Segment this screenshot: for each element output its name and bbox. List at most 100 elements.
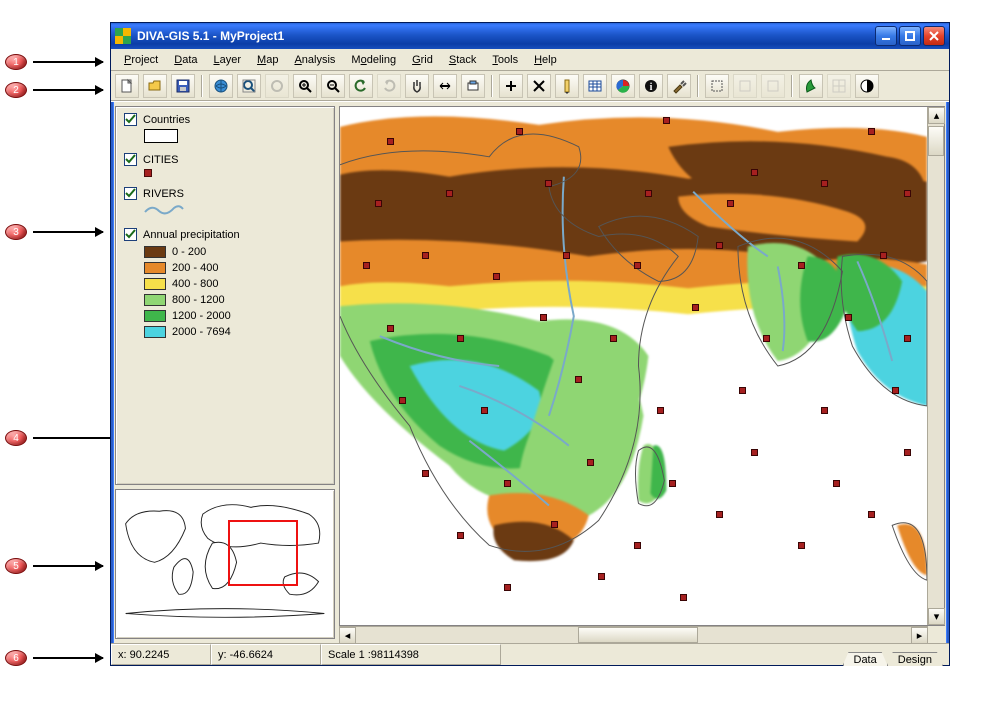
checkbox-icon[interactable] xyxy=(124,113,137,126)
city-marker[interactable] xyxy=(598,573,605,580)
city-marker[interactable] xyxy=(634,542,641,549)
city-marker[interactable] xyxy=(904,449,911,456)
map-view[interactable]: ▴ ▾ xyxy=(339,106,945,626)
scroll-thumb[interactable] xyxy=(928,126,944,156)
city-marker[interactable] xyxy=(504,584,511,591)
city-marker[interactable] xyxy=(504,480,511,487)
tb-remove[interactable] xyxy=(527,74,551,98)
menu-stack[interactable]: Stack xyxy=(442,52,484,68)
tb-undo[interactable] xyxy=(349,74,373,98)
tb-table[interactable] xyxy=(583,74,607,98)
tb-select-poly[interactable] xyxy=(733,74,757,98)
city-marker[interactable] xyxy=(904,190,911,197)
menu-grid[interactable]: Grid xyxy=(405,52,440,68)
tab-data[interactable]: Data xyxy=(843,652,888,666)
scroll-left-icon[interactable]: ◂ xyxy=(339,627,356,644)
tb-open[interactable] xyxy=(143,74,167,98)
layer-countries[interactable]: Countries xyxy=(124,113,326,143)
city-marker[interactable] xyxy=(516,128,523,135)
tb-snapshot[interactable] xyxy=(461,74,485,98)
city-marker[interactable] xyxy=(892,387,899,394)
city-marker[interactable] xyxy=(880,252,887,259)
scroll-right-icon[interactable]: ▸ xyxy=(911,627,928,644)
city-marker[interactable] xyxy=(540,314,547,321)
city-marker[interactable] xyxy=(551,521,558,528)
city-marker[interactable] xyxy=(669,480,676,487)
city-marker[interactable] xyxy=(680,594,687,601)
city-marker[interactable] xyxy=(763,335,770,342)
checkbox-icon[interactable] xyxy=(124,153,137,166)
city-marker[interactable] xyxy=(563,252,570,259)
menu-tools[interactable]: Tools xyxy=(485,52,525,68)
titlebar[interactable]: DIVA-GIS 5.1 - MyProject1 xyxy=(111,23,949,49)
checkbox-icon[interactable] xyxy=(124,187,137,200)
scroll-up-icon[interactable]: ▴ xyxy=(928,107,945,124)
city-marker[interactable] xyxy=(798,262,805,269)
city-marker[interactable] xyxy=(422,470,429,477)
maximize-button[interactable] xyxy=(899,26,921,46)
tb-contrast[interactable] xyxy=(855,74,879,98)
city-marker[interactable] xyxy=(493,273,500,280)
tb-zoom-out[interactable] xyxy=(321,74,345,98)
city-marker[interactable] xyxy=(716,511,723,518)
city-marker[interactable] xyxy=(481,407,488,414)
menu-modeling[interactable]: Modeling xyxy=(344,52,403,68)
tb-select-rect[interactable] xyxy=(705,74,729,98)
city-marker[interactable] xyxy=(727,200,734,207)
city-marker[interactable] xyxy=(663,117,670,124)
city-marker[interactable] xyxy=(634,262,641,269)
tab-design[interactable]: Design xyxy=(887,652,943,666)
city-marker[interactable] xyxy=(422,252,429,259)
city-marker[interactable] xyxy=(587,459,594,466)
checkbox-icon[interactable] xyxy=(124,228,137,241)
city-marker[interactable] xyxy=(868,128,875,135)
city-marker[interactable] xyxy=(904,335,911,342)
city-marker[interactable] xyxy=(446,190,453,197)
city-marker[interactable] xyxy=(716,242,723,249)
tb-diva[interactable] xyxy=(799,74,823,98)
tb-tools[interactable] xyxy=(667,74,691,98)
tb-new[interactable] xyxy=(115,74,139,98)
menu-map[interactable]: Map xyxy=(250,52,285,68)
city-marker[interactable] xyxy=(375,200,382,207)
tb-select-clear[interactable] xyxy=(761,74,785,98)
city-marker[interactable] xyxy=(363,262,370,269)
minimize-button[interactable] xyxy=(875,26,897,46)
city-marker[interactable] xyxy=(751,169,758,176)
tb-info[interactable]: i xyxy=(639,74,663,98)
city-marker[interactable] xyxy=(821,180,828,187)
tb-zoom-extent[interactable] xyxy=(237,74,261,98)
menu-project[interactable]: Project xyxy=(117,52,165,68)
layer-panel[interactable]: Countries CITIES RIVERS xyxy=(115,106,335,485)
tb-zoom-prev[interactable] xyxy=(265,74,289,98)
city-marker[interactable] xyxy=(399,397,406,404)
city-marker[interactable] xyxy=(457,532,464,539)
city-marker[interactable] xyxy=(739,387,746,394)
city-marker[interactable] xyxy=(751,449,758,456)
layer-rivers[interactable]: RIVERS xyxy=(124,187,326,218)
menu-layer[interactable]: Layer xyxy=(207,52,249,68)
tb-pan[interactable] xyxy=(405,74,429,98)
layer-precip[interactable]: Annual precipitation 0 - 200200 - 400400… xyxy=(124,228,326,340)
vertical-scrollbar[interactable]: ▴ ▾ xyxy=(927,107,944,625)
tb-zoom-in[interactable] xyxy=(293,74,317,98)
city-marker[interactable] xyxy=(821,407,828,414)
city-marker[interactable] xyxy=(575,376,582,383)
menu-data[interactable]: Data xyxy=(167,52,204,68)
city-marker[interactable] xyxy=(545,180,552,187)
overview-extent[interactable] xyxy=(228,520,298,586)
city-marker[interactable] xyxy=(657,407,664,414)
layer-cities[interactable]: CITIES xyxy=(124,153,326,177)
menu-help[interactable]: Help xyxy=(527,52,564,68)
tb-filter[interactable] xyxy=(611,74,635,98)
menu-analysis[interactable]: Analysis xyxy=(287,52,342,68)
scroll-down-icon[interactable]: ▾ xyxy=(928,608,945,625)
tb-globe[interactable] xyxy=(209,74,233,98)
city-marker[interactable] xyxy=(457,335,464,342)
city-marker[interactable] xyxy=(387,325,394,332)
city-marker[interactable] xyxy=(645,190,652,197)
tb-save[interactable] xyxy=(171,74,195,98)
scroll-thumb[interactable] xyxy=(578,627,698,643)
tb-redo[interactable] xyxy=(377,74,401,98)
horizontal-scrollbar[interactable]: ◂ ▸ xyxy=(339,626,928,643)
